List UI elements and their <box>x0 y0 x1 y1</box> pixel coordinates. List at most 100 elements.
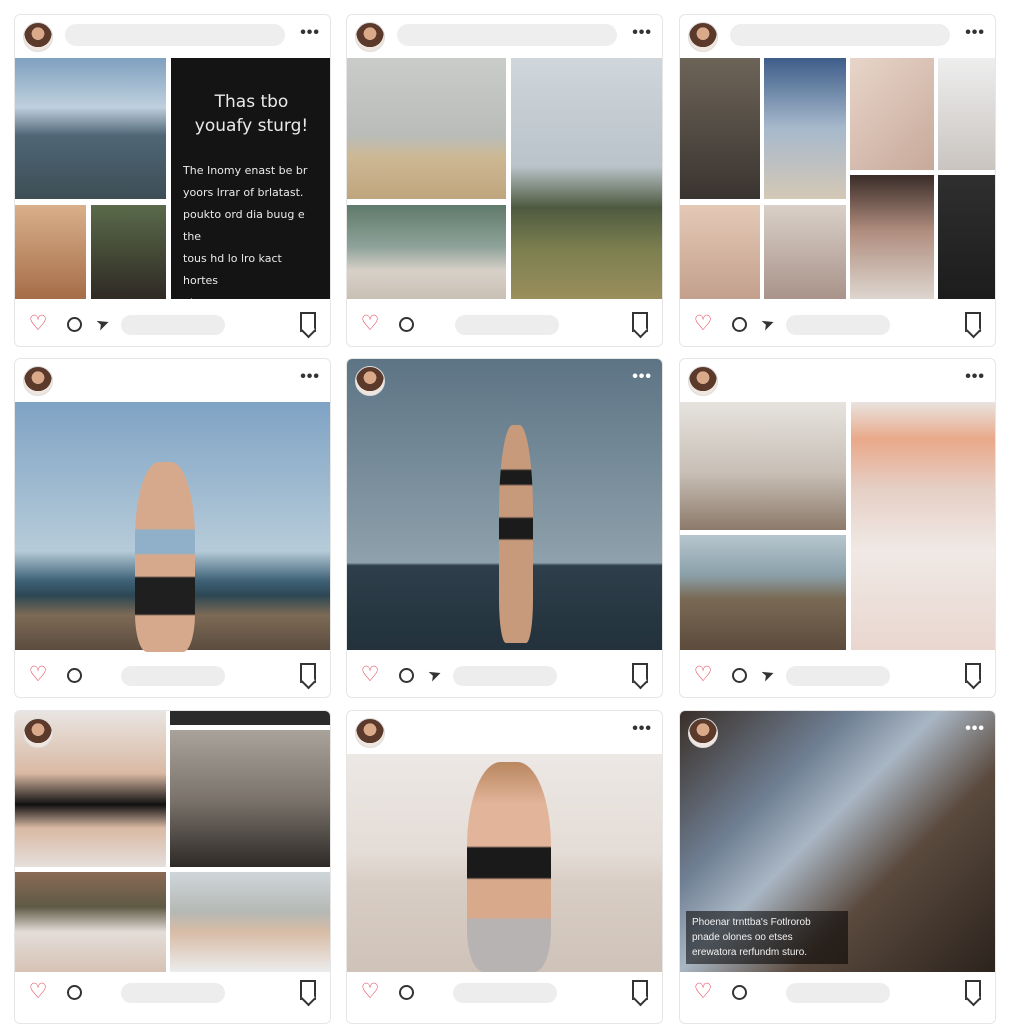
heart-icon[interactable]: ♡ <box>692 313 714 335</box>
post-card: ♡ <box>14 710 331 1024</box>
text-tile-body: The Inomy enast be br yoors lrrar of brl… <box>183 164 308 299</box>
send-icon[interactable]: ➤ <box>754 661 782 689</box>
photo-tile[interactable] <box>170 872 330 972</box>
comment-icon[interactable] <box>728 664 750 686</box>
more-icon[interactable]: ••• <box>965 25 985 41</box>
avatar[interactable] <box>355 366 385 396</box>
photo-tile[interactable] <box>680 402 846 530</box>
photo-tile[interactable] <box>764 58 846 199</box>
photo-tile[interactable] <box>15 872 166 972</box>
photo-tile[interactable] <box>680 205 760 299</box>
comment-icon[interactable] <box>395 981 417 1003</box>
post-actions: ♡ <box>347 970 662 1023</box>
comment-icon[interactable] <box>395 664 417 686</box>
avatar[interactable] <box>23 718 53 748</box>
post-actions: ♡ ➤ <box>680 302 995 346</box>
post-media[interactable] <box>347 359 662 650</box>
more-icon[interactable]: ••• <box>632 369 652 385</box>
photo-tile[interactable] <box>15 58 166 199</box>
caption-placeholder <box>121 315 225 335</box>
photo-tile[interactable] <box>850 175 934 299</box>
photo-tile[interactable] <box>938 175 995 299</box>
bookmark-icon[interactable] <box>965 663 981 683</box>
post-media[interactable]: Thas tbo youafy sturg! The Inomy enast b… <box>15 58 330 299</box>
comment-icon[interactable] <box>63 313 85 335</box>
comment-icon[interactable] <box>395 313 417 335</box>
post-card: ••• ♡ <box>346 14 663 347</box>
heart-icon[interactable]: ♡ <box>692 981 714 1003</box>
send-icon[interactable]: ➤ <box>89 310 117 338</box>
comment-icon[interactable] <box>728 981 750 1003</box>
photo-tile[interactable] <box>15 205 86 299</box>
bookmark-icon[interactable] <box>632 663 648 683</box>
post-header: ••• <box>15 359 330 402</box>
comment-icon[interactable] <box>728 313 750 335</box>
heart-icon[interactable]: ♡ <box>359 664 381 686</box>
avatar[interactable] <box>688 718 718 748</box>
post-header: ••• <box>680 711 995 754</box>
caption-placeholder <box>453 983 557 1003</box>
post-actions: ♡ <box>680 970 995 1023</box>
more-icon[interactable]: ••• <box>632 721 652 737</box>
bookmark-icon[interactable] <box>632 980 648 1000</box>
caption-placeholder <box>786 983 890 1003</box>
send-icon[interactable]: ➤ <box>421 661 449 689</box>
more-icon[interactable]: ••• <box>965 369 985 385</box>
post-media[interactable] <box>15 402 330 652</box>
post-media[interactable] <box>680 402 995 650</box>
post-header: ••• <box>680 15 995 58</box>
photo-subject <box>467 762 551 972</box>
heart-icon[interactable]: ♡ <box>27 664 49 686</box>
avatar[interactable] <box>355 718 385 748</box>
heart-icon[interactable]: ♡ <box>692 664 714 686</box>
text-tile[interactable]: Thas tbo youafy sturg! The Inomy enast b… <box>171 58 330 299</box>
avatar[interactable] <box>23 22 53 52</box>
post-header: ••• <box>347 15 662 58</box>
photo-tile[interactable] <box>938 58 995 170</box>
post-actions: ♡ ➤ <box>15 302 330 346</box>
avatar[interactable] <box>688 366 718 396</box>
more-icon[interactable]: ••• <box>300 369 320 385</box>
post-header: ••• <box>347 711 662 754</box>
avatar[interactable] <box>23 366 53 396</box>
photo-tile[interactable] <box>680 58 760 199</box>
comment-icon[interactable] <box>63 981 85 1003</box>
caption-placeholder <box>455 315 559 335</box>
bookmark-icon[interactable] <box>300 312 316 332</box>
more-icon[interactable]: ••• <box>632 25 652 41</box>
more-icon[interactable]: ••• <box>300 25 320 41</box>
bookmark-icon[interactable] <box>965 312 981 332</box>
more-icon[interactable]: ••• <box>965 721 985 737</box>
post-card: Phoenar trnttba's Fotlrorob pnade olones… <box>679 710 996 1024</box>
post-media[interactable] <box>680 58 995 299</box>
bookmark-icon[interactable] <box>965 980 981 1000</box>
bookmark-icon[interactable] <box>300 980 316 1000</box>
photo-tile[interactable] <box>91 205 166 299</box>
heart-icon[interactable]: ♡ <box>27 981 49 1003</box>
comment-icon[interactable] <box>63 664 85 686</box>
photo-tile[interactable] <box>764 205 846 299</box>
send-icon[interactable]: ➤ <box>754 310 782 338</box>
avatar[interactable] <box>355 22 385 52</box>
text-tile-title: Thas tbo youafy sturg! <box>194 92 309 136</box>
photo-tile[interactable] <box>347 58 506 199</box>
post-media[interactable] <box>347 58 662 299</box>
username-placeholder[interactable] <box>730 24 950 46</box>
post-card: ••• ♡ ➤ <box>679 358 996 698</box>
photo-tile[interactable] <box>511 58 662 299</box>
photo-tile[interactable] <box>851 402 995 650</box>
heart-icon[interactable]: ♡ <box>359 981 381 1003</box>
heart-icon[interactable]: ♡ <box>359 313 381 335</box>
bookmark-icon[interactable] <box>632 312 648 332</box>
heart-icon[interactable]: ♡ <box>27 313 49 335</box>
avatar[interactable] <box>688 22 718 52</box>
username-placeholder[interactable] <box>397 24 617 46</box>
username-placeholder[interactable] <box>65 24 285 46</box>
photo-tile[interactable] <box>680 535 846 650</box>
photo-tile[interactable] <box>347 205 506 299</box>
post-header <box>15 711 330 754</box>
post-media[interactable] <box>347 754 662 972</box>
photo-tile[interactable] <box>850 58 934 170</box>
bookmark-icon[interactable] <box>300 663 316 683</box>
post-actions: ♡ <box>347 302 662 346</box>
